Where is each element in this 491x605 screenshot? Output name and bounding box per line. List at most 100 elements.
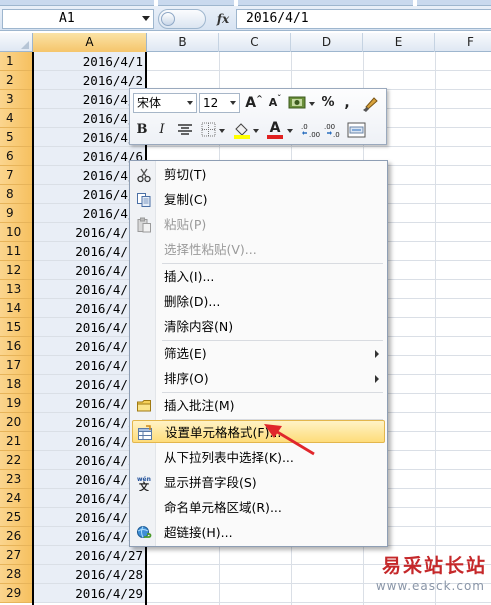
menu-item-label: 删除(D)...: [164, 294, 221, 309]
menu-item-label: 剪切(T): [164, 167, 207, 182]
row-header[interactable]: 14: [0, 299, 33, 318]
formula-input[interactable]: 2016/4/1: [236, 9, 491, 29]
row-header[interactable]: 12: [0, 261, 33, 280]
format-painter-button[interactable]: [360, 93, 382, 113]
row-header[interactable]: 27: [0, 546, 33, 565]
increase-decimal-button[interactable]: .0.00: [300, 120, 322, 140]
menu-item-clear-contents[interactable]: 清除内容(N): [132, 315, 385, 338]
font-name-select[interactable]: 宋体: [133, 93, 197, 113]
row-header[interactable]: 10: [0, 223, 33, 242]
row-header[interactable]: 22: [0, 451, 33, 470]
column-header-f[interactable]: F: [435, 33, 491, 52]
row-header[interactable]: 28: [0, 565, 33, 584]
merge-center-button[interactable]: [346, 120, 368, 140]
select-all-triangle-icon: [21, 41, 29, 49]
formula-bar-splitter[interactable]: [158, 9, 206, 29]
decrease-decimal-icon: .00.0: [324, 123, 340, 139]
chevron-down-icon[interactable]: [230, 101, 236, 105]
menu-item-filter[interactable]: 筛选(E): [132, 342, 385, 365]
watermark: 易采站长站 www.easck.com: [344, 551, 491, 605]
row-header[interactable]: 6: [0, 147, 33, 166]
name-box[interactable]: A1: [2, 9, 154, 29]
cell-a[interactable]: 2016/4/1: [34, 52, 145, 70]
cell-a[interactable]: 2016/4/2: [34, 71, 145, 89]
decrease-decimal-button[interactable]: .00.0: [323, 120, 345, 140]
row-header[interactable]: 11: [0, 242, 33, 261]
menu-item-pick-from-list[interactable]: 从下拉列表中选择(K)...: [132, 446, 385, 469]
row-header[interactable]: 29: [0, 584, 33, 603]
chevron-down-icon: [287, 129, 293, 133]
hyperlink-icon: [137, 526, 152, 538]
watermark-url: www.easck.com: [375, 579, 485, 593]
menu-item-sort[interactable]: 排序(O): [132, 367, 385, 390]
row-header[interactable]: 19: [0, 394, 33, 413]
select-all-button[interactable]: [0, 33, 33, 52]
row-header[interactable]: 15: [0, 318, 33, 337]
row-header[interactable]: 18: [0, 375, 33, 394]
italic-button[interactable]: I: [153, 120, 171, 140]
row-header[interactable]: 5: [0, 128, 33, 147]
font-size-select[interactable]: 12: [199, 93, 240, 113]
menu-item-cut[interactable]: 剪切(T): [132, 163, 385, 186]
column-header-c[interactable]: C: [219, 33, 291, 52]
submenu-arrow-icon: [375, 375, 379, 383]
paint-bucket-icon: [234, 123, 259, 139]
menu-item-copy[interactable]: 复制(C): [132, 188, 385, 211]
font-name-value: 宋体: [137, 96, 162, 110]
center-align-button[interactable]: [175, 120, 195, 140]
menu-item-paste-special[interactable]: 选择性粘贴(V)...: [132, 238, 385, 261]
annotation-arrow-icon: [264, 424, 315, 456]
menu-item-format-cells[interactable]: 设置单元格格式(F)...: [132, 420, 385, 443]
row-header[interactable]: 25: [0, 508, 33, 527]
bold-button[interactable]: B: [133, 120, 151, 140]
menu-item-insert[interactable]: 插入(I)...: [132, 265, 385, 288]
row-header[interactable]: 3: [0, 90, 33, 109]
shrink-font-button[interactable]: Aˇ: [266, 93, 284, 113]
row-header[interactable]: 1: [0, 52, 33, 71]
menu-item-paste[interactable]: 粘贴(P): [132, 213, 385, 236]
grow-font-icon: A: [245, 95, 257, 111]
fill-color-button[interactable]: [231, 120, 261, 140]
menu-item-hyperlink[interactable]: 超链接(H)...: [132, 521, 385, 544]
cell-a[interactable]: 2016/4/27: [34, 546, 145, 564]
row-header[interactable]: 9: [0, 204, 33, 223]
row-header[interactable]: 23: [0, 470, 33, 489]
row-header[interactable]: 17: [0, 356, 33, 375]
cell-a[interactable]: 2016/4/29: [34, 584, 145, 602]
column-header-b[interactable]: B: [147, 33, 219, 52]
row-header[interactable]: 2: [0, 71, 33, 90]
menu-item-label: 清除内容(N): [164, 319, 234, 334]
menu-item-show-phonetic[interactable]: wén 文 显示拼音字段(S): [132, 471, 385, 494]
row-header[interactable]: 20: [0, 413, 33, 432]
menu-separator: [162, 392, 383, 393]
row-header[interactable]: 13: [0, 280, 33, 299]
accounting-format-button[interactable]: [287, 93, 317, 113]
row-header[interactable]: 8: [0, 185, 33, 204]
svg-text:.0: .0: [333, 131, 340, 139]
formula-bar: A1 fx 2016/4/1: [0, 0, 491, 31]
percent-style-button[interactable]: %: [319, 93, 337, 113]
row-header[interactable]: 7: [0, 166, 33, 185]
format-painter-icon: [363, 97, 378, 112]
insert-function-button[interactable]: fx: [213, 10, 233, 28]
row-header[interactable]: 21: [0, 432, 33, 451]
column-header-e[interactable]: E: [363, 33, 435, 52]
chevron-down-icon[interactable]: [187, 101, 193, 105]
menu-item-delete[interactable]: 删除(D)...: [132, 290, 385, 313]
menu-item-define-name[interactable]: 命名单元格区域(R)...: [132, 496, 385, 519]
menu-item-insert-comment[interactable]: 插入批注(M): [132, 394, 385, 417]
menu-item-label: 插入批注(M): [164, 398, 235, 413]
row-header[interactable]: 26: [0, 527, 33, 546]
column-header-d[interactable]: D: [291, 33, 363, 52]
grow-font-button[interactable]: A^: [244, 93, 264, 113]
chevron-down-icon[interactable]: [142, 16, 150, 21]
comma-style-button[interactable]: ,: [339, 93, 355, 113]
splitter-knob-icon[interactable]: [161, 12, 175, 26]
font-color-button[interactable]: A: [265, 120, 295, 140]
row-header[interactable]: 4: [0, 109, 33, 128]
column-header-a[interactable]: A: [33, 33, 147, 52]
borders-button[interactable]: [199, 120, 227, 140]
cell-a[interactable]: 2016/4/28: [34, 565, 145, 583]
row-header[interactable]: 16: [0, 337, 33, 356]
row-header[interactable]: 24: [0, 489, 33, 508]
